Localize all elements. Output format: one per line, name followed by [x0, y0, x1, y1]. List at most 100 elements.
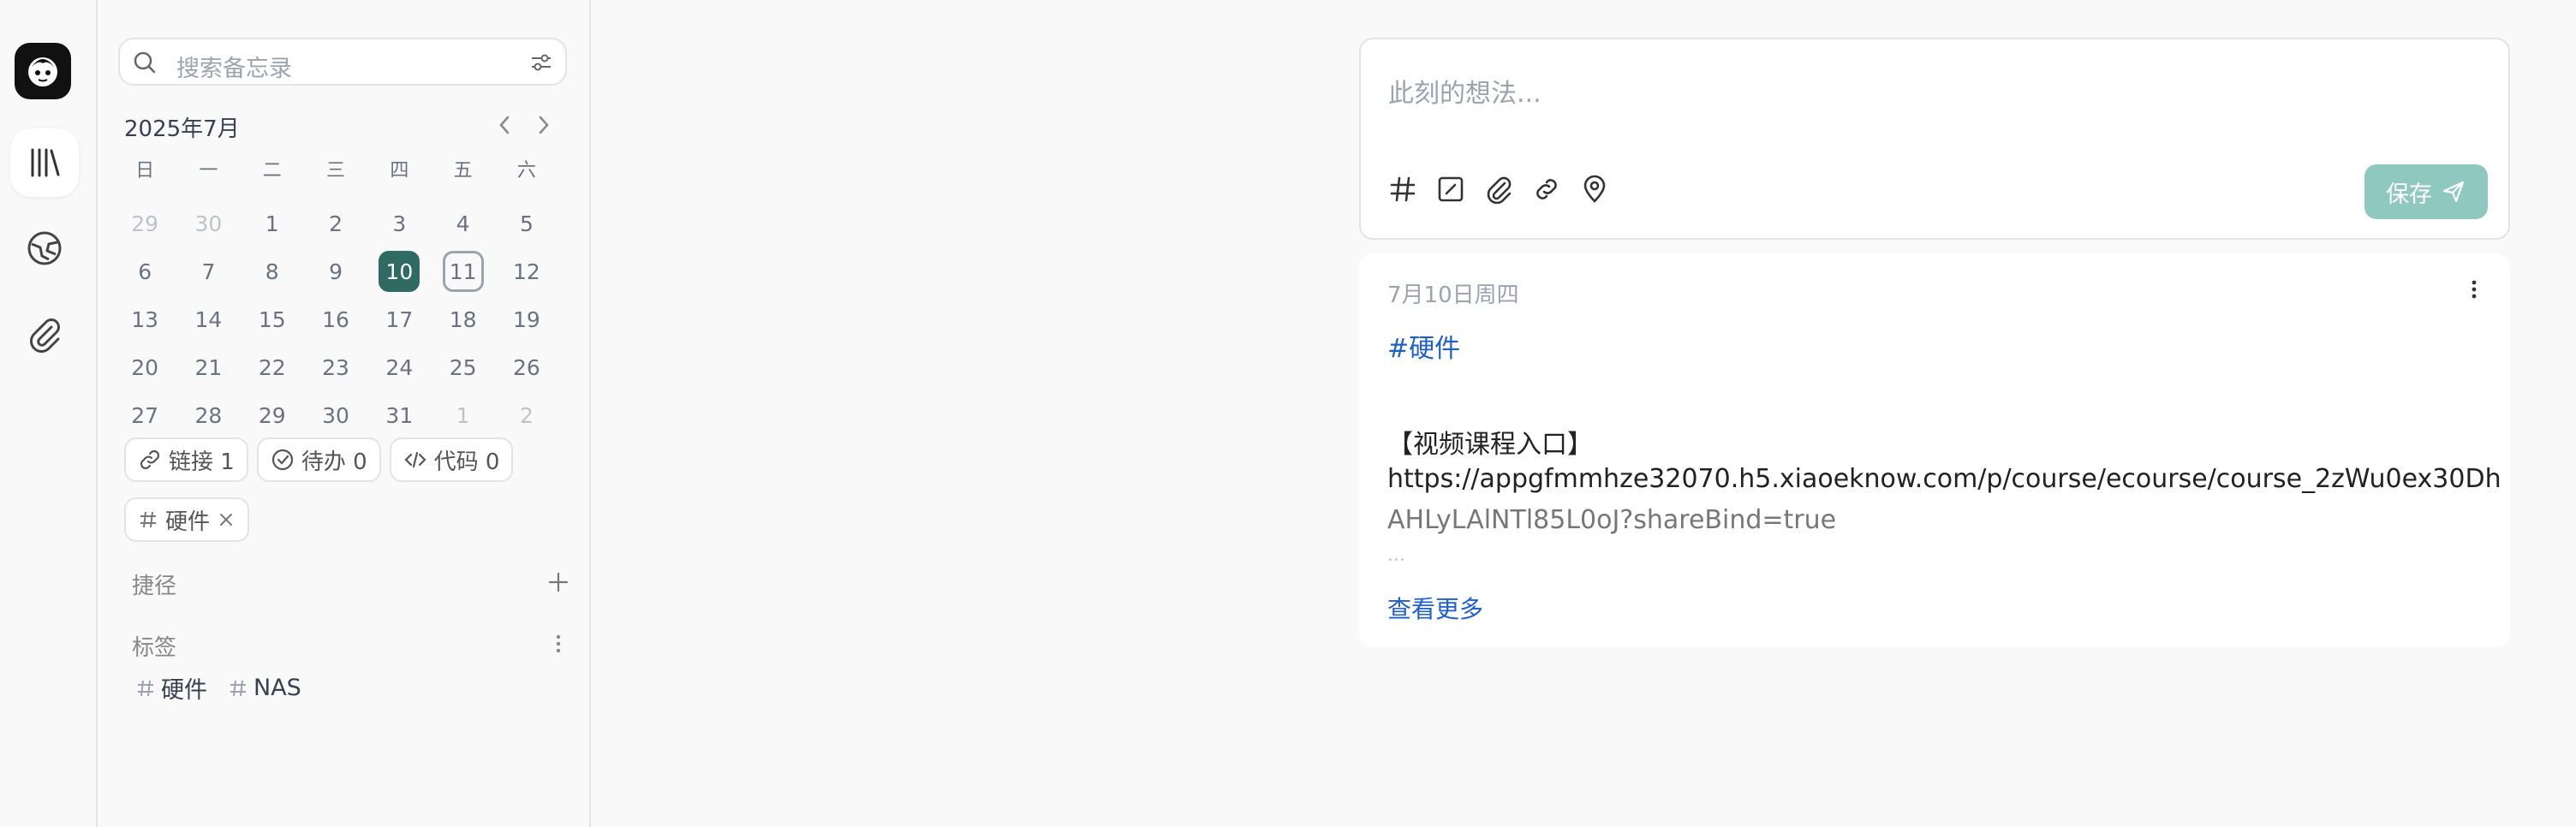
- code-icon: [404, 451, 426, 468]
- calendar-day-number: 11: [442, 251, 484, 292]
- calendar-day[interactable]: 18: [431, 295, 494, 343]
- more-vertical-icon[interactable]: [546, 632, 570, 656]
- calendar-day-number: 21: [194, 354, 223, 380]
- calendar-day-number: 29: [131, 211, 159, 236]
- weekday-header: 六: [516, 160, 536, 181]
- calendar-day[interactable]: 1: [431, 391, 494, 439]
- calendar-day[interactable]: 21: [176, 343, 240, 391]
- more-vertical-icon[interactable]: [2462, 277, 2486, 301]
- calendar-day[interactable]: 30: [304, 391, 367, 439]
- calendar-day[interactable]: 2: [495, 391, 558, 439]
- calendar-day[interactable]: 29: [241, 391, 304, 439]
- link-filter-chip[interactable]: 链接 1: [124, 437, 248, 482]
- link-icon: [1536, 179, 1557, 199]
- globe-icon: [27, 231, 62, 265]
- memo-input[interactable]: 此刻的想法...: [1388, 72, 1541, 110]
- calendar-day[interactable]: 23: [304, 343, 367, 391]
- active-tag-filter[interactable]: 硬件: [124, 497, 250, 542]
- calendar-day[interactable]: 2: [304, 199, 367, 247]
- calendar-day-number: 2: [519, 402, 534, 428]
- nav-explore-button[interactable]: [10, 214, 79, 283]
- link-count-label: 链接 1: [169, 449, 235, 475]
- calendar-day[interactable]: 5: [495, 199, 558, 247]
- weekday-header: 四: [390, 160, 409, 181]
- calendar-day[interactable]: 20: [113, 343, 176, 391]
- calendar-month-title: 2025年7月: [124, 116, 240, 142]
- tag-item-hardware[interactable]: 硬件: [135, 671, 207, 705]
- calendar-day[interactable]: 15: [241, 295, 304, 343]
- calendar-day[interactable]: 19: [495, 295, 558, 343]
- calendar-day[interactable]: 3: [367, 199, 431, 247]
- calendar-day[interactable]: 8: [241, 247, 304, 295]
- filter-icon[interactable]: [529, 51, 553, 74]
- calendar-day[interactable]: 16: [304, 295, 367, 343]
- memo-content-url[interactable]: https://appgfmmhze32070.h5.xiaoeknow.com…: [1387, 464, 2501, 494]
- calendar-day[interactable]: 22: [241, 343, 304, 391]
- memo-date: 7月10日周四: [1387, 283, 1519, 308]
- insert-tag-button[interactable]: [1386, 173, 1419, 205]
- save-button[interactable]: 保存: [2364, 164, 2488, 219]
- calendar-day[interactable]: 26: [495, 343, 558, 391]
- weekday-header: 五: [453, 160, 473, 181]
- calendar-day[interactable]: 29: [113, 199, 176, 247]
- calendar-day-number: 17: [385, 306, 414, 332]
- square-slash-icon: [1438, 176, 1464, 202]
- stats-row: 链接 1 待办 0 代码 0: [124, 437, 514, 482]
- next-month-icon[interactable]: [534, 113, 553, 137]
- hash-icon: [138, 680, 153, 696]
- add-shortcut-icon[interactable]: [546, 570, 570, 594]
- calendar-day-number: 23: [322, 354, 349, 380]
- calendar-day[interactable]: 27: [113, 391, 176, 439]
- calendar-day-number: 6: [138, 259, 152, 284]
- nav-attachments-button[interactable]: [10, 300, 79, 368]
- calendar-day[interactable]: 4: [431, 199, 494, 247]
- logo-icon: [28, 57, 57, 86]
- see-more-link[interactable]: 查看更多: [1387, 591, 1483, 625]
- calendar-day[interactable]: 10: [367, 247, 431, 295]
- insert-link-button[interactable]: [1530, 173, 1563, 205]
- todo-count-label: 待办 0: [301, 449, 367, 475]
- calendar-day[interactable]: 25: [431, 343, 494, 391]
- calendar-day-number: 30: [194, 211, 223, 236]
- calendar-day[interactable]: 9: [304, 247, 367, 295]
- calendar-day-number: 15: [258, 306, 286, 332]
- calendar-day-number: 20: [131, 354, 159, 380]
- app-rail: [0, 0, 98, 827]
- calendar-day[interactable]: 6: [113, 247, 176, 295]
- calendar-day-number: 31: [385, 402, 414, 428]
- calendar-day[interactable]: 31: [367, 391, 431, 439]
- save-button-label: 保存: [2386, 181, 2432, 207]
- library-icon: [31, 148, 60, 177]
- memo-tag-link[interactable]: #硬件: [1387, 327, 1460, 365]
- hash-icon: [140, 511, 156, 528]
- close-icon[interactable]: [217, 510, 236, 529]
- calendar-day[interactable]: 1: [241, 199, 304, 247]
- tags-section-label: 标签: [132, 635, 177, 661]
- memo-editor[interactable]: 此刻的想法... 保存: [1359, 38, 2510, 240]
- tag-item-nas[interactable]: NAS: [228, 671, 301, 705]
- memo-content-url-continued[interactable]: AHLyLAlNTl85L0oJ?shareBind=true: [1387, 505, 1836, 535]
- nav-library-button[interactable]: [10, 128, 79, 197]
- app-logo[interactable]: [15, 43, 71, 99]
- todo-filter-chip[interactable]: 待办 0: [256, 437, 381, 482]
- shortcuts-label: 捷径: [132, 574, 177, 599]
- calendar-day[interactable]: 11: [431, 247, 494, 295]
- calendar-day[interactable]: 13: [113, 295, 176, 343]
- tag-label: NAS: [253, 675, 301, 701]
- search-input[interactable]: 搜索备忘录: [176, 50, 292, 83]
- prev-month-icon[interactable]: [495, 113, 514, 137]
- calendar-day[interactable]: 7: [176, 247, 240, 295]
- insert-location-button[interactable]: [1578, 173, 1611, 205]
- calendar-day[interactable]: 17: [367, 295, 431, 343]
- calendar-day-number: 7: [201, 259, 216, 284]
- calendar-day[interactable]: 24: [367, 343, 431, 391]
- attach-file-button[interactable]: [1482, 173, 1515, 205]
- calendar-day[interactable]: 14: [176, 295, 240, 343]
- calendar-day[interactable]: 12: [495, 247, 558, 295]
- calendar-day[interactable]: 28: [176, 391, 240, 439]
- insert-checkbox-button[interactable]: [1434, 173, 1467, 205]
- calendar-day[interactable]: 30: [176, 199, 240, 247]
- code-filter-chip[interactable]: 代码 0: [389, 437, 514, 482]
- calendar-grid: 日一二三四五六 29 30 1 2 3 4 5 6 7 8 9 10 11 12 13 14 15 16 17 18 19…: [113, 152, 558, 439]
- search-box[interactable]: 搜索备忘录: [118, 38, 567, 86]
